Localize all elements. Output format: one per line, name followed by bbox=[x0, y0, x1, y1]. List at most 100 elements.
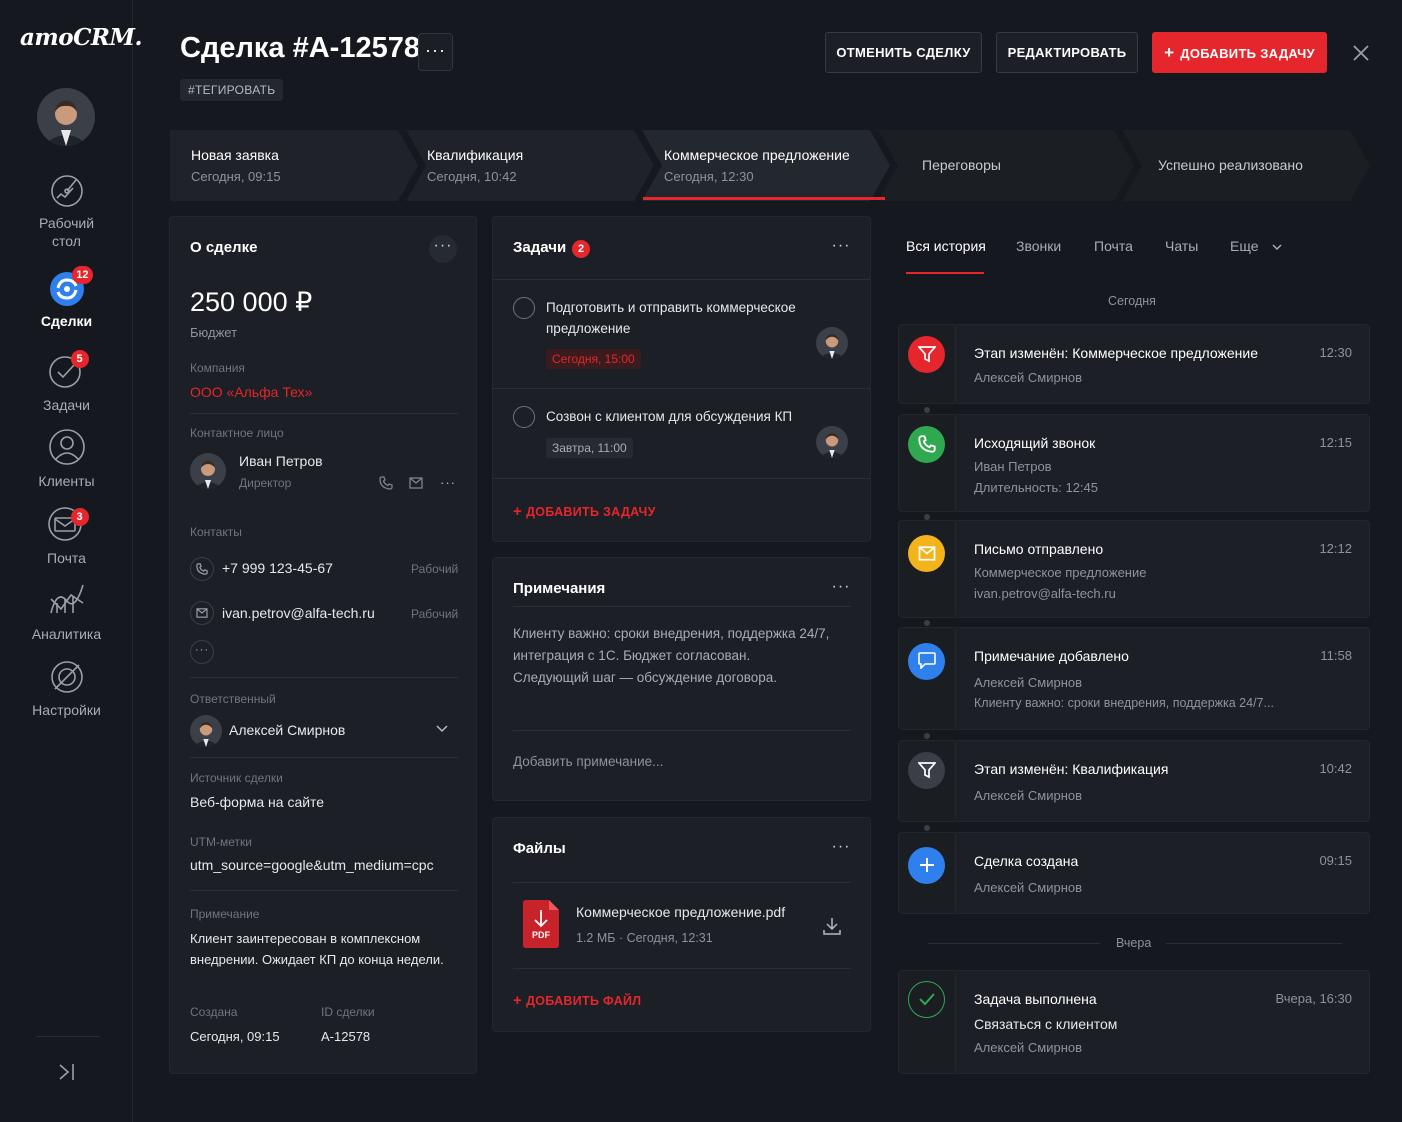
note-text-line: Клиенту важно: сроки внедрения, поддержк… bbox=[513, 626, 830, 641]
history-event[interactable]: Письмо отправлено Коммерческое предложен… bbox=[955, 520, 1370, 618]
event-time: 10:42 bbox=[1319, 761, 1352, 776]
pdf-badge: PDF bbox=[532, 930, 550, 940]
cancel-deal-button[interactable]: ОТМЕНИТЬ СДЕЛКУ bbox=[825, 32, 982, 73]
task-title-line[interactable]: Созвон с клиентом для обсуждения КП bbox=[546, 406, 792, 427]
app-logo[interactable]: amoCRM. bbox=[20, 24, 142, 51]
collapse-sidebar-icon[interactable] bbox=[57, 1062, 77, 1082]
divider bbox=[928, 943, 1100, 944]
add-task-link[interactable]: + ДОБАВИТЬ ЗАДАЧУ bbox=[513, 503, 656, 520]
deal-id-value: A-12578 bbox=[321, 1029, 371, 1044]
task-assignee-avatar bbox=[816, 327, 848, 359]
download-icon[interactable] bbox=[823, 917, 841, 935]
deal-budget: 250 000 ₽ bbox=[190, 287, 313, 317]
envelope-icon[interactable] bbox=[409, 477, 423, 489]
tag-button[interactable]: #ТЕГИРОВАТЬ bbox=[180, 79, 284, 101]
clients-icon bbox=[47, 428, 87, 468]
deal-utm: utm_source=google&utm_medium=cpc bbox=[190, 857, 434, 873]
contact-phone[interactable]: +7 999 123-45-67 bbox=[222, 560, 333, 576]
plus-icon: + bbox=[1164, 43, 1175, 62]
stage-qualification[interactable]: Квалификация Сегодня, 10:42 bbox=[406, 130, 636, 201]
sidebar-item-label: Рабочий bbox=[38, 215, 95, 231]
tab-mail[interactable]: Почта bbox=[1094, 238, 1133, 254]
user-avatar[interactable] bbox=[37, 88, 95, 146]
sidebar-item-deals[interactable]: 12 Сделки bbox=[0, 266, 133, 330]
task-checkbox[interactable] bbox=[513, 297, 535, 319]
stage-name: Успешно реализовано bbox=[1158, 157, 1303, 173]
edit-button[interactable]: РЕДАКТИРОВАТЬ bbox=[996, 32, 1138, 73]
timeline-dot bbox=[924, 733, 930, 739]
file-name[interactable]: Коммерческое предложение.pdf bbox=[576, 904, 785, 920]
sidebar-item-dashboard[interactable]: Рабочий стол bbox=[0, 170, 133, 250]
sidebar-item-label: Сделки bbox=[40, 313, 93, 329]
stage-success[interactable]: Успешно реализовано bbox=[1137, 130, 1367, 201]
event-sub: ivan.petrov@alfa-tech.ru bbox=[974, 586, 1116, 601]
task-title-line[interactable]: предложение bbox=[546, 318, 630, 339]
task-due-badge: Сегодня, 15:00 bbox=[546, 349, 641, 369]
event-title: Примечание добавлено bbox=[974, 648, 1129, 664]
history-event[interactable]: Этап изменён: Квалификация Алексей Смирн… bbox=[955, 740, 1370, 822]
sidebar-item-mail[interactable]: 3 Почта bbox=[0, 505, 133, 567]
tab-chats[interactable]: Чаты bbox=[1165, 238, 1198, 254]
mail-icon: 3 bbox=[47, 505, 89, 545]
stage-time: Сегодня, 09:15 bbox=[191, 169, 281, 184]
divider bbox=[1166, 943, 1342, 944]
tasks-more-button[interactable]: ··· bbox=[827, 235, 855, 263]
note-label: Примечание bbox=[190, 907, 260, 921]
sidebar-item-label: Клиенты bbox=[38, 473, 95, 489]
settings-icon bbox=[47, 657, 87, 697]
contact-avatar[interactable] bbox=[190, 453, 226, 489]
contact-more-icon[interactable]: ··· bbox=[440, 475, 456, 490]
event-time: Вчера, 16:30 bbox=[1275, 991, 1352, 1006]
deal-source: Веб-форма на сайте bbox=[190, 794, 325, 810]
sidebar-item-analytics[interactable]: Аналитика bbox=[0, 581, 133, 643]
deals-badge: 12 bbox=[72, 266, 93, 284]
history-event[interactable]: Этап изменён: Коммерческое предложение А… bbox=[955, 324, 1370, 404]
task-title-line[interactable]: Подготовить и отправить коммерческое bbox=[546, 297, 796, 318]
divider bbox=[513, 606, 851, 607]
note-text-line: Следующий шаг — обсуждение договора. bbox=[513, 670, 778, 685]
company-link[interactable]: ООО «Альфа Тех» bbox=[190, 384, 312, 400]
envelope-icon bbox=[190, 601, 214, 625]
divider bbox=[513, 968, 851, 969]
tasks-icon: 5 bbox=[47, 350, 89, 392]
stage-new[interactable]: Новая заявка Сегодня, 09:15 bbox=[170, 130, 400, 201]
contact-email[interactable]: ivan.petrov@alfa-tech.ru bbox=[222, 605, 375, 621]
history-event[interactable]: Исходящий звонок Иван Петров Длительност… bbox=[955, 414, 1370, 512]
stage-proposal[interactable]: Коммерческое предложение Сегодня, 12:30 bbox=[643, 130, 873, 201]
tasks-badge: 5 bbox=[70, 350, 89, 368]
tab-calls[interactable]: Звонки bbox=[1016, 238, 1061, 254]
deal-card-more-button[interactable]: ··· bbox=[429, 235, 457, 263]
files-more-button[interactable]: ··· bbox=[827, 836, 855, 864]
task-checkbox[interactable] bbox=[513, 406, 535, 428]
responsible-select[interactable]: Алексей Смирнов bbox=[229, 722, 345, 738]
phone-icon[interactable] bbox=[379, 476, 393, 490]
close-icon[interactable] bbox=[1352, 44, 1370, 62]
source-label: Источник сделки bbox=[190, 771, 283, 785]
created-label: Создана bbox=[190, 1005, 238, 1019]
sidebar-item-settings[interactable]: Настройки bbox=[0, 657, 133, 719]
contact-name[interactable]: Иван Петров bbox=[239, 453, 323, 469]
notes-more-button[interactable]: ··· bbox=[827, 576, 855, 604]
sidebar-item-tasks[interactable]: 5 Задачи bbox=[0, 350, 133, 414]
active-tab-indicator bbox=[906, 272, 984, 274]
add-note-input[interactable]: Добавить примечание... bbox=[513, 754, 663, 769]
sidebar-item-clients[interactable]: Клиенты bbox=[0, 428, 133, 490]
divider bbox=[513, 730, 851, 731]
add-file-link[interactable]: + ДОБАВИТЬ ФАЙЛ bbox=[513, 992, 641, 1009]
page-title: Сделка #A-12578 bbox=[180, 32, 420, 64]
history-event[interactable]: Задача выполнена Связаться с клиентом Ал… bbox=[955, 970, 1370, 1074]
history-event[interactable]: Примечание добавлено Алексей Смирнов Кли… bbox=[955, 627, 1370, 730]
more-contacts-icon[interactable]: ··· bbox=[190, 640, 214, 664]
file-meta: 1.2 МБ · Сегодня, 12:31 bbox=[576, 931, 713, 945]
tab-more[interactable]: Еще bbox=[1230, 238, 1282, 254]
chevron-down-icon[interactable] bbox=[436, 725, 448, 733]
responsible-avatar bbox=[190, 715, 222, 747]
stage-negotiation[interactable]: Переговоры bbox=[901, 130, 1131, 201]
stage-name: Коммерческое предложение bbox=[664, 147, 850, 163]
card-title: Файлы bbox=[513, 840, 566, 857]
tab-all-history[interactable]: Вся история bbox=[906, 238, 986, 254]
add-task-button[interactable]: + ДОБАВИТЬ ЗАДАЧУ bbox=[1152, 32, 1327, 73]
tasks-count-badge: 2 bbox=[572, 240, 590, 258]
history-event[interactable]: Сделка создана Алексей Смирнов 09:15 bbox=[955, 832, 1370, 914]
deal-more-button[interactable]: ··· bbox=[418, 33, 453, 71]
